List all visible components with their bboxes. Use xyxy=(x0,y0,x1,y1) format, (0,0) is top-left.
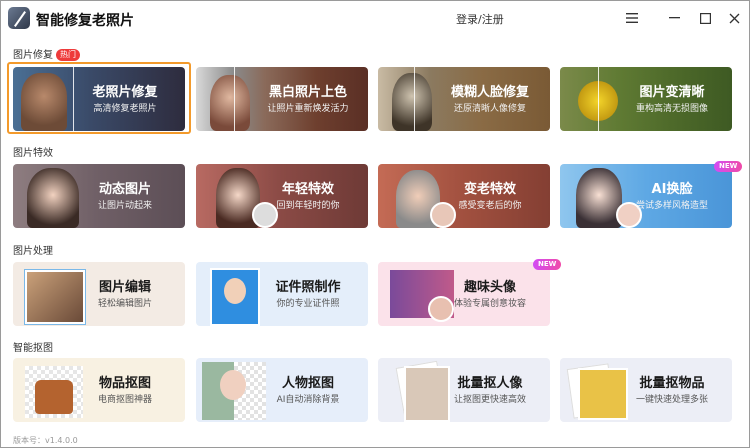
card-thumbnail xyxy=(210,75,250,131)
compare-divider xyxy=(234,67,235,131)
card-colorize-bw-photo[interactable]: 黑白照片上色 让照片重新焕发活力 xyxy=(196,67,368,131)
bag-shape xyxy=(35,380,73,414)
section-title-repair: 图片修复 热门 xyxy=(13,46,80,61)
card-image-edit[interactable]: 图片编辑 轻松编辑图片 xyxy=(13,262,185,326)
card-aging-effect[interactable]: 变老特效 感受变老后的你 xyxy=(378,164,550,228)
card-title: 物品抠图 xyxy=(98,376,151,391)
card-fun-avatar[interactable]: 趣味头像 体验专属创意妆容 xyxy=(378,262,550,326)
version-label: 版本号：v1.4.0.0 xyxy=(13,436,78,445)
compare-divider xyxy=(598,67,599,131)
section-title-text: 图片修复 xyxy=(13,50,53,61)
app-window: 智能修复老照片 登录/注册 图片修复 热门 老照片修复 高清修复老照片 黑白照片上… xyxy=(0,0,750,448)
card-subtitle: 回到年轻时的你 xyxy=(276,201,340,211)
face-shape xyxy=(220,370,246,400)
title-bar: 智能修复老照片 登录/注册 xyxy=(1,1,749,37)
card-ai-face-swap[interactable]: AI换脸 尝试多样风格造型 xyxy=(560,164,732,228)
section-title-effects: 图片特效 xyxy=(13,148,53,159)
card-subtitle: 感受变老后的你 xyxy=(458,201,522,211)
card-thumbnail xyxy=(576,168,622,228)
card-subtitle: 你的专业证件照 xyxy=(276,299,340,309)
card-batch-portrait-matting[interactable]: 批量抠人像 让抠图更快速高效 xyxy=(378,358,550,422)
login-register-link[interactable]: 登录/注册 xyxy=(456,11,504,27)
card-thumbnail xyxy=(202,362,266,420)
card-thumbnail xyxy=(578,368,628,420)
card-object-matting[interactable]: 物品抠图 电商抠图神器 xyxy=(13,358,185,422)
card-title: 年轻特效 xyxy=(281,182,334,197)
card-subtitle: 体验专属创意妆容 xyxy=(453,299,526,309)
card-title: 人物抠图 xyxy=(281,376,334,391)
card-younger-effect[interactable]: 年轻特效 回到年轻时的你 xyxy=(196,164,368,228)
selected-card-frame xyxy=(7,62,191,134)
app-title: 智能修复老照片 xyxy=(36,13,134,29)
card-title: 批量抠物品 xyxy=(639,376,705,391)
card-subtitle: 让图片动起来 xyxy=(97,201,152,211)
card-animated-photo[interactable]: 动态图片 让图片动起来 xyxy=(13,164,185,228)
card-image-sharpen[interactable]: 图片变清晰 重构高清无损图像 xyxy=(560,67,732,131)
card-id-photo[interactable]: 证件照制作 你的专业证件照 xyxy=(196,262,368,326)
hot-badge: 热门 xyxy=(56,49,80,61)
face-shape xyxy=(224,278,246,304)
card-subtitle: 轻松编辑图片 xyxy=(97,299,152,309)
card-batch-object-matting[interactable]: 批量抠物品 一键快速处理多张 xyxy=(560,358,732,422)
card-subtitle: 让抠图更快速高效 xyxy=(453,395,526,405)
menu-icon[interactable] xyxy=(620,7,644,29)
new-badge: NEW xyxy=(533,259,562,270)
card-subtitle: 还原清晰人像修复 xyxy=(453,104,526,114)
card-portrait-matting[interactable]: 人物抠图 AI自动消除背景 xyxy=(196,358,368,422)
card-title: 模糊人脸修复 xyxy=(450,85,529,100)
card-title: AI换脸 xyxy=(651,182,693,197)
card-title: 图片变清晰 xyxy=(639,85,705,100)
card-title: 图片编辑 xyxy=(98,280,151,295)
card-title: 黑白照片上色 xyxy=(268,85,347,100)
new-badge: NEW xyxy=(714,161,743,172)
close-icon[interactable] xyxy=(722,7,746,29)
card-subtitle: 尝试多样风格造型 xyxy=(635,201,708,211)
card-subtitle: 电商抠图神器 xyxy=(97,395,152,405)
card-thumbnail xyxy=(210,268,260,326)
card-title: 变老特效 xyxy=(463,182,516,197)
card-blurry-face-repair[interactable]: 模糊人脸修复 还原清晰人像修复 xyxy=(378,67,550,131)
card-thumbnail xyxy=(27,168,79,228)
card-title: 动态图片 xyxy=(98,182,151,197)
card-subtitle: 一键快速处理多张 xyxy=(635,395,708,405)
card-title: 证件照制作 xyxy=(275,280,341,295)
card-thumbnail xyxy=(392,73,432,131)
app-logo-icon xyxy=(8,7,30,29)
card-subtitle: 让照片重新焕发活力 xyxy=(267,104,349,114)
card-title: 趣味头像 xyxy=(463,280,516,295)
section-title-processing: 图片处理 xyxy=(13,246,53,257)
minimize-icon[interactable] xyxy=(662,7,686,29)
card-title: 批量抠人像 xyxy=(457,376,523,391)
card-subtitle: 重构高清无损图像 xyxy=(635,104,708,114)
section-title-matting: 智能抠图 xyxy=(13,343,53,354)
maximize-icon[interactable] xyxy=(693,7,717,29)
card-subtitle: AI自动消除背景 xyxy=(276,395,340,405)
compare-divider xyxy=(414,67,415,131)
